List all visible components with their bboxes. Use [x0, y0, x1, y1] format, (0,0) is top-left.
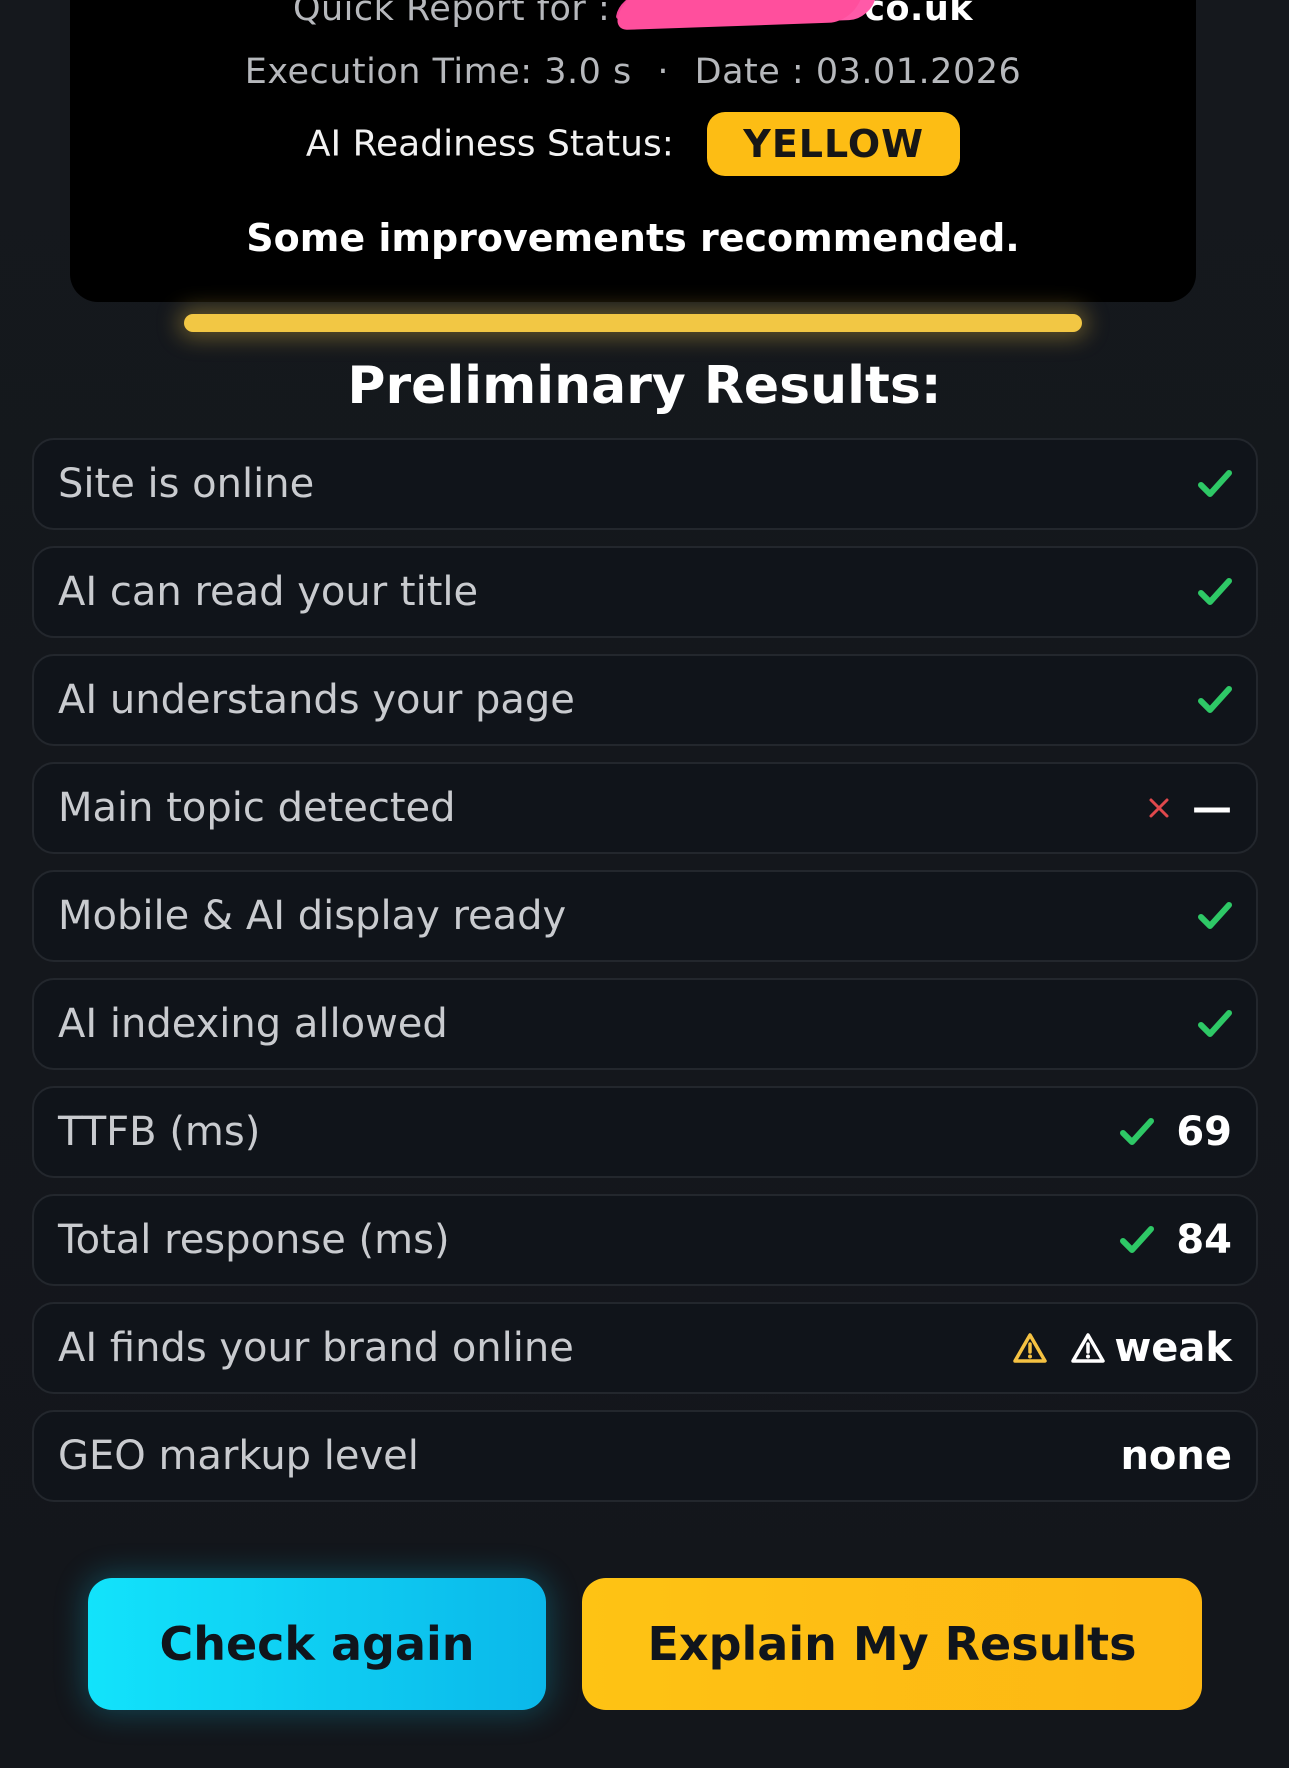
result-status	[1198, 1009, 1232, 1039]
status-glow-bar	[184, 314, 1082, 332]
result-label: AI indexing allowed	[58, 1001, 448, 1047]
result-row-ttfb: TTFB (ms) 69	[32, 1086, 1258, 1178]
result-row-indexing-allowed: AI indexing allowed	[32, 978, 1258, 1070]
result-status: —	[1148, 785, 1232, 831]
check-icon	[1198, 901, 1232, 931]
brand-strength: weak	[1070, 1325, 1232, 1371]
result-label: GEO markup level	[58, 1433, 419, 1479]
check-icon	[1198, 469, 1232, 499]
execution-time-value: 3.0 s	[544, 52, 632, 92]
result-label: Total response (ms)	[58, 1217, 450, 1263]
result-value: none	[1120, 1433, 1232, 1479]
result-value: weak	[1114, 1325, 1232, 1371]
readiness-status-label: AI Readiness Status:	[305, 123, 674, 165]
result-row-read-title: AI can read your title	[32, 546, 1258, 638]
explain-results-button[interactable]: Explain My Results	[582, 1578, 1202, 1710]
check-icon	[1198, 1009, 1232, 1039]
warning-icon	[1012, 1332, 1048, 1364]
meta-separator: ·	[657, 52, 669, 92]
result-status	[1198, 469, 1232, 499]
domain-redacted: co.uk	[615, 0, 974, 31]
status-message: Some improvements recommended.	[246, 216, 1020, 260]
check-icon	[1120, 1225, 1155, 1255]
result-row-site-online: Site is online	[32, 438, 1258, 530]
result-row-understands-page: AI understands your page	[32, 654, 1258, 746]
result-row-brand-online: AI finds your brand online weak	[32, 1302, 1258, 1394]
result-status	[1198, 577, 1232, 607]
result-value: —	[1192, 785, 1232, 831]
result-status: weak	[1012, 1325, 1232, 1371]
check-icon	[1198, 577, 1232, 607]
section-title: Preliminary Results:	[347, 356, 942, 416]
execution-time-label: Execution Time:	[244, 52, 533, 92]
report-label: Quick Report for :	[292, 0, 611, 29]
report-title-line: Quick Report for : co.uk	[70, 0, 1196, 31]
result-value: 69	[1176, 1109, 1232, 1155]
results-list: Site is online AI can read your title AI…	[32, 438, 1258, 1518]
result-label: AI understands your page	[58, 677, 575, 723]
result-value: 84	[1176, 1217, 1232, 1263]
result-row-geo-markup: GEO markup level none	[32, 1410, 1258, 1502]
result-label: AI finds your brand online	[58, 1325, 574, 1371]
result-label: TTFB (ms)	[58, 1109, 261, 1155]
result-label: Mobile & AI display ready	[58, 893, 567, 939]
check-icon	[1120, 1117, 1155, 1147]
result-label: AI can read your title	[58, 569, 479, 615]
result-label: Site is online	[58, 461, 315, 507]
check-icon	[1198, 685, 1232, 715]
execution-meta-line: Execution Time: 3.0 s · Date : 03.01.202…	[70, 52, 1196, 92]
result-row-mobile-ready: Mobile & AI display ready	[32, 870, 1258, 962]
result-status: 84	[1120, 1217, 1232, 1263]
warning-outline-icon	[1070, 1332, 1106, 1364]
result-status: none	[1120, 1433, 1232, 1479]
x-icon	[1148, 797, 1170, 819]
readiness-status-badge: YELLOW	[707, 112, 961, 176]
date-value: 03.01.2026	[815, 52, 1022, 92]
page: Quick Report for : co.uk Execution Time: …	[0, 0, 1289, 1768]
result-status	[1198, 685, 1232, 715]
result-row-total-response: Total response (ms) 84	[32, 1194, 1258, 1286]
report-header-card: Quick Report for : co.uk Execution Time: …	[70, 0, 1196, 302]
domain-suffix: co.uk	[864, 0, 974, 29]
result-status: 69	[1120, 1109, 1232, 1155]
result-status	[1198, 901, 1232, 931]
readiness-status-line: AI Readiness Status: YELLOW	[70, 112, 1196, 176]
check-again-button[interactable]: Check again	[88, 1578, 546, 1710]
result-label: Main topic detected	[58, 785, 456, 831]
result-row-main-topic: Main topic detected —	[32, 762, 1258, 854]
redaction-scribble	[615, 0, 865, 31]
date-label: Date :	[694, 52, 805, 92]
